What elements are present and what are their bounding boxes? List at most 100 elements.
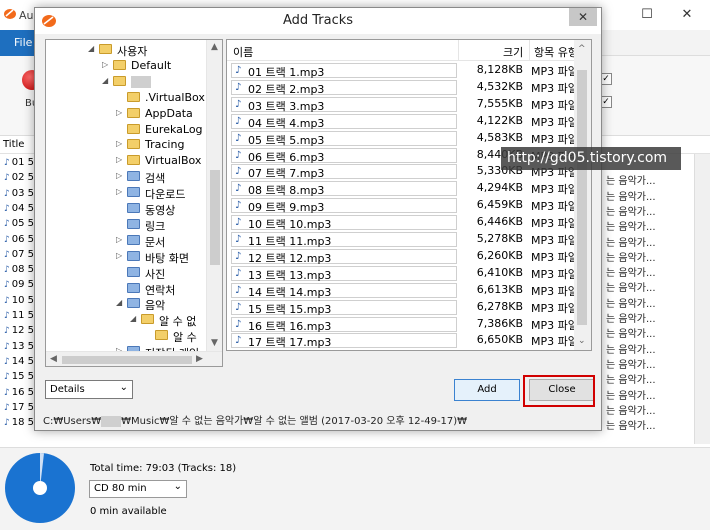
expanded-arrow-icon[interactable]: ◢ xyxy=(88,44,96,53)
app-logo-icon xyxy=(4,9,16,19)
file-row[interactable]: ♪ 04 트랙 4.mp3 4,122KB MP3 파일 xyxy=(227,113,591,130)
file-row[interactable]: ♪ 08 트랙 8.mp3 4,294KB MP3 파일 xyxy=(227,180,591,197)
music-file-icon: ♪ xyxy=(235,284,242,296)
file-name-cell[interactable]: ♪ 08 트랙 8.mp3 xyxy=(231,181,457,197)
column-name[interactable]: 이름 xyxy=(233,44,253,60)
collapsed-arrow-icon[interactable]: ▷ xyxy=(116,187,124,196)
tree-item-label: 동영상 xyxy=(145,204,176,217)
file-name-cell[interactable]: ♪ 15 트랙 15.mp3 xyxy=(231,299,457,316)
file-type: MP3 파일 xyxy=(531,81,578,95)
file-list-scrollbar[interactable]: ^ ⌄ xyxy=(574,40,591,350)
collapsed-arrow-icon[interactable]: ▷ xyxy=(116,139,124,148)
music-file-icon: ♪ xyxy=(235,234,242,245)
file-row[interactable]: ♪ 02 트랙 2.mp3 4,532KB MP3 파일 xyxy=(227,79,591,96)
collapsed-arrow-icon[interactable]: ▷ xyxy=(116,155,124,164)
track-number: 01 5 xyxy=(4,157,34,168)
file-row[interactable]: ♪ 09 트랙 9.mp3 6,459KB MP3 파일 xyxy=(227,197,591,214)
dialog-close-icon[interactable]: ✕ xyxy=(569,8,597,26)
scroll-down-icon[interactable]: ▼ xyxy=(211,338,218,348)
file-row[interactable]: ♪ 16 트랙 16.mp3 7,386KB MP3 파일 xyxy=(227,316,591,333)
tree-scroll-thumb[interactable] xyxy=(210,170,220,265)
track-number: 10 5 xyxy=(4,295,34,306)
scroll-right-icon[interactable]: ▶ xyxy=(196,354,203,364)
track-artist: 는 음악가... xyxy=(606,344,656,356)
file-row[interactable]: ♪ 03 트랙 3.mp3 7,555KB MP3 파일 xyxy=(227,96,591,113)
file-name-cell[interactable]: ♪ 13 트랙 13.mp3 xyxy=(231,265,457,282)
file-name-cell[interactable]: ♪ 06 트랙 6.mp3 xyxy=(231,147,457,164)
track-list-scrollbar[interactable] xyxy=(694,154,710,444)
add-button[interactable]: Add xyxy=(454,379,520,401)
file-name-cell[interactable]: ♪ 12 트랙 12.mp3 xyxy=(231,248,457,265)
file-type: MP3 파일 xyxy=(531,98,578,112)
file-row[interactable]: ♪ 01 트랙 1.mp3 8,128KB MP3 파일 xyxy=(227,62,591,79)
view-mode-select[interactable]: Details xyxy=(45,379,133,399)
file-name: 11 트랙 11.mp3 xyxy=(248,235,332,248)
file-row[interactable]: ♪ 13 트랙 13.mp3 6,410KB MP3 파일 xyxy=(227,265,591,282)
file-type: MP3 파일 xyxy=(531,217,578,231)
tree-hscroll-thumb[interactable] xyxy=(62,356,192,364)
collapsed-arrow-icon[interactable]: ▷ xyxy=(116,108,124,117)
file-row[interactable]: ♪ 10 트랙 10.mp3 6,446KB MP3 파일 xyxy=(227,214,591,231)
file-name: 14 트랙 14.mp3 xyxy=(248,285,332,299)
file-type: MP3 파일 xyxy=(531,301,578,315)
file-name-cell[interactable]: ♪ 11 트랙 11.mp3 xyxy=(231,232,457,248)
file-name-cell[interactable]: ♪ 05 트랙 5.mp3 xyxy=(231,130,457,147)
file-row[interactable]: ♪ 17 트랙 17.mp3 6,650KB MP3 파일 xyxy=(227,332,591,349)
file-menu[interactable]: File xyxy=(0,30,38,56)
file-name: 03 트랙 3.mp3 xyxy=(248,99,325,113)
file-scroll-down-icon[interactable]: ⌄ xyxy=(578,336,586,346)
track-artist: 는 음악가... xyxy=(606,206,656,218)
collapsed-arrow-icon[interactable]: ▷ xyxy=(102,60,110,69)
column-size[interactable]: 크기 xyxy=(503,44,523,60)
file-list[interactable]: 이름 ^ 크기 항목 유형 ♪ 01 트랙 1.mp3 8,128KB MP3 파일 ♪… xyxy=(226,39,592,351)
dialog-titlebar: Add Tracks ✕ xyxy=(35,8,601,34)
collapsed-arrow-icon[interactable]: ▷ xyxy=(116,251,124,260)
collapsed-arrow-icon[interactable]: ▷ xyxy=(116,171,124,180)
folder-tree[interactable]: ◢ 사용자 ▷ Default ◢ .VirtualBox ▷ AppData EurekaLo… xyxy=(45,39,223,367)
file-size: 4,532KB xyxy=(476,79,523,93)
file-name-cell[interactable]: ♪ 03 트랙 3.mp3 xyxy=(231,96,457,113)
tree-horizontal-scrollbar[interactable]: ◀ ▶ xyxy=(46,351,222,366)
expanded-arrow-icon[interactable]: ◢ xyxy=(116,298,124,307)
track-number: 17 5 xyxy=(4,402,34,413)
file-scroll-thumb[interactable] xyxy=(577,70,587,325)
file-name-cell[interactable]: ♪ 10 트랙 10.mp3 xyxy=(231,215,457,231)
column-type[interactable]: 항목 유형 xyxy=(534,44,578,60)
file-name-cell[interactable]: ♪ 17 트랙 17.mp3 xyxy=(231,333,457,350)
file-name: 12 트랙 12.mp3 xyxy=(248,251,332,265)
file-row[interactable]: ♪ 14 트랙 14.mp3 6,613KB MP3 파일 xyxy=(227,282,591,299)
folder-icon xyxy=(127,218,140,229)
track-artist: 는 음악가... xyxy=(606,421,656,433)
folder-icon xyxy=(127,298,140,309)
file-type: MP3 파일 xyxy=(531,115,578,129)
file-name: 17 트랙 17.mp3 xyxy=(248,336,332,350)
file-name-cell[interactable]: ♪ 09 트랙 9.mp3 xyxy=(231,198,457,214)
file-size: 6,260KB xyxy=(476,248,523,262)
file-name-cell[interactable]: ♪ 01 트랙 1.mp3 xyxy=(231,63,457,79)
track-number: 12 5 xyxy=(4,325,34,336)
file-name-cell[interactable]: ♪ 02 트랙 2.mp3 xyxy=(231,79,457,96)
app-close-button[interactable]: ✕ xyxy=(672,4,702,26)
file-row[interactable]: ♪ 05 트랙 5.mp3 4,583KB MP3 파일 xyxy=(227,130,591,147)
file-name-cell[interactable]: ♪ 14 트랙 14.mp3 xyxy=(231,282,457,299)
scroll-up-icon[interactable]: ▲ xyxy=(211,42,218,52)
path-prefix: C:₩Users₩ xyxy=(43,416,102,427)
file-row[interactable]: ♪ 11 트랙 11.mp3 5,278KB MP3 파일 xyxy=(227,231,591,248)
expanded-arrow-icon[interactable]: ◢ xyxy=(130,314,138,323)
scroll-left-icon[interactable]: ◀ xyxy=(50,354,57,364)
file-row[interactable]: ♪ 15 트랙 15.mp3 6,278KB MP3 파일 xyxy=(227,299,591,316)
file-name-cell[interactable]: ♪ 07 트랙 7.mp3 xyxy=(231,164,457,180)
folder-icon xyxy=(127,282,140,293)
file-name-cell[interactable]: ♪ 16 트랙 16.mp3 xyxy=(231,316,457,333)
dialog-title: Add Tracks xyxy=(282,13,354,28)
file-scroll-up-icon[interactable]: ^ xyxy=(578,44,586,54)
collapsed-arrow-icon[interactable]: ▷ xyxy=(116,235,124,244)
expanded-arrow-icon[interactable]: ◢ xyxy=(102,76,110,85)
cd-type-select[interactable]: CD 80 min xyxy=(89,479,187,498)
app-maximize-button[interactable]: ☐ xyxy=(632,4,662,26)
file-size: 6,278KB xyxy=(476,299,523,313)
file-row[interactable]: ♪ 12 트랙 12.mp3 6,260KB MP3 파일 xyxy=(227,248,591,265)
tree-vertical-scrollbar[interactable]: ▲ ▼ xyxy=(206,40,222,351)
file-name-cell[interactable]: ♪ 04 트랙 4.mp3 xyxy=(231,113,457,130)
screen: Aud ☐ ✕ File Bu ✓ ✓ Title 01 502 5는 음악가.… xyxy=(0,0,710,530)
